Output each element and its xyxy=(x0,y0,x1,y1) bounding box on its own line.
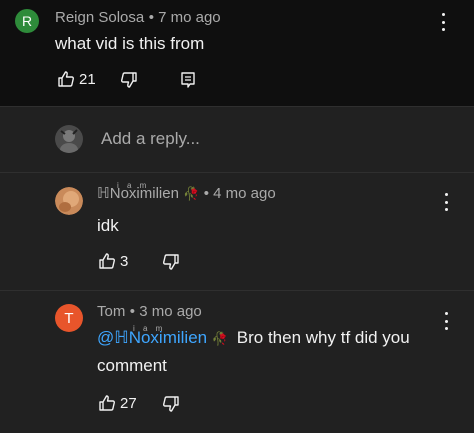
more-options-icon[interactable] xyxy=(443,193,449,211)
comment-author[interactable]: Reign Solosa xyxy=(55,9,144,26)
thumbs-down-icon xyxy=(162,253,180,271)
comment-icon xyxy=(180,71,196,88)
dislike-button[interactable] xyxy=(162,395,180,413)
like-count: 27 xyxy=(120,395,137,412)
comment-text-line: i a m @ℍNoximilien 🥀 Bro then why tf did… xyxy=(97,324,410,348)
rose-icon: 🥀 xyxy=(211,331,229,346)
thumbs-up-icon xyxy=(98,394,116,412)
avatar[interactable]: R xyxy=(15,9,39,33)
like-button[interactable] xyxy=(98,252,116,270)
avatar[interactable]: T xyxy=(55,304,83,332)
thumbs-down-icon xyxy=(162,395,180,413)
more-options-icon[interactable] xyxy=(440,13,446,31)
more-options-icon[interactable] xyxy=(443,312,449,330)
rose-icon: 🥀 xyxy=(183,186,200,201)
reply-comment: T Tom • 3 mo ago i a m @ℍNoximilien 🥀 Br… xyxy=(0,290,474,433)
comment-time: • 7 mo ago xyxy=(148,9,221,26)
thumbs-up-icon xyxy=(98,252,116,270)
comment-author[interactable]: Tom xyxy=(97,303,125,320)
comment-author[interactable]: i a m ℍNoximilien xyxy=(97,181,183,202)
thumbs-up-icon xyxy=(57,70,75,88)
avatar[interactable] xyxy=(55,187,83,215)
comment-time: • 4 mo ago xyxy=(203,185,276,202)
like-count: 3 xyxy=(120,253,129,270)
avatar-letter: T xyxy=(64,309,74,327)
divider xyxy=(0,106,474,107)
mention-link[interactable]: i a m @ℍNoximilien xyxy=(97,324,212,347)
avatar-letter: R xyxy=(21,13,33,29)
user-avatar xyxy=(55,125,83,153)
comment-text: idk xyxy=(97,216,119,235)
comment-time: • 3 mo ago xyxy=(129,303,202,320)
comment-text: Bro then why tf did you xyxy=(236,328,410,347)
like-count: 21 xyxy=(79,71,96,88)
reply-comment: i a m ℍNoximilien 🥀 • 4 mo ago idk 3 xyxy=(0,172,474,287)
reply-button[interactable] xyxy=(180,71,196,88)
dislike-button[interactable] xyxy=(162,253,180,271)
thumbs-down-icon xyxy=(120,71,138,89)
dislike-button[interactable] xyxy=(120,71,138,89)
mention-decoration: i a m xyxy=(133,324,166,333)
comment-text-continued: comment xyxy=(97,356,167,375)
like-button[interactable] xyxy=(57,70,75,88)
parent-comment: R Reign Solosa • 7 mo ago what vid is th… xyxy=(0,0,474,106)
reply-input[interactable]: Add a reply... xyxy=(101,129,200,149)
author-decoration: i a m xyxy=(117,181,150,190)
like-button[interactable] xyxy=(98,394,116,412)
comment-text: what vid is this from xyxy=(55,34,205,53)
